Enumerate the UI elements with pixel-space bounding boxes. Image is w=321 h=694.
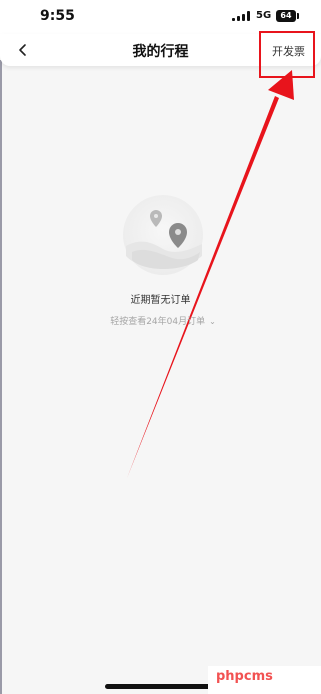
- watermark-text: phpcms: [216, 669, 273, 684]
- empty-state-title: 近期暂无订单: [130, 295, 191, 306]
- network-label: 5G: [256, 10, 272, 21]
- annotation-arrow: [127, 70, 294, 478]
- history-link-label: 轻按查看24年04月订单: [110, 317, 206, 327]
- chevron-down-icon: ⌄: [209, 317, 216, 326]
- left-edge-divider: [0, 60, 2, 694]
- battery-cap: [297, 13, 299, 19]
- history-orders-link[interactable]: 轻按查看24年04月订单 ⌄: [78, 314, 248, 327]
- signal-icon: [232, 11, 250, 21]
- battery-icon: 64: [276, 10, 296, 22]
- home-indicator: [105, 684, 217, 689]
- empty-state-illustration: [122, 194, 204, 276]
- status-time: 9:55: [40, 8, 75, 24]
- status-bar: 9:55 5G 64: [0, 0, 321, 34]
- annotation-highlight-box: [259, 31, 315, 78]
